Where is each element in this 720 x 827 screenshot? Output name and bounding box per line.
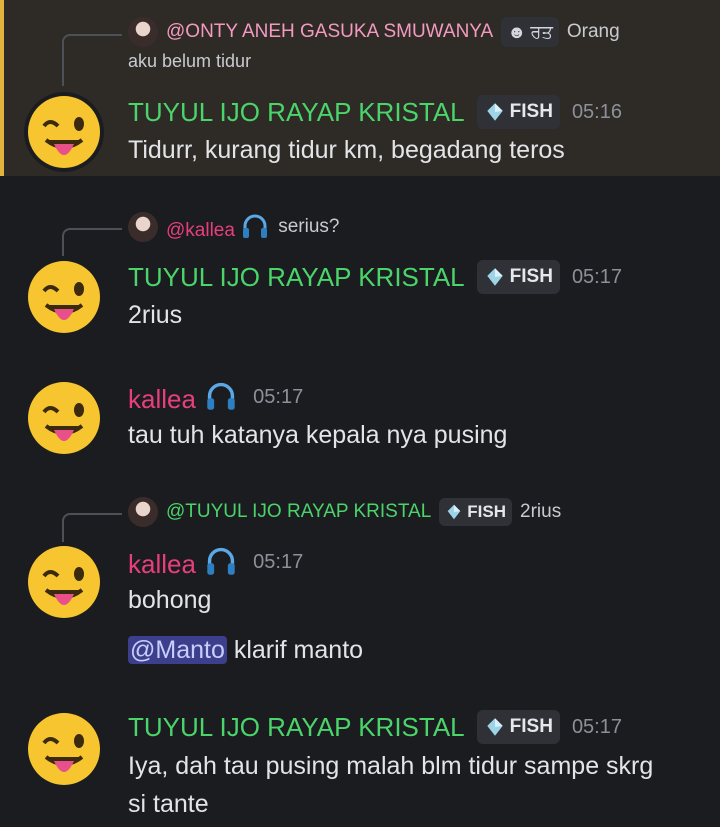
user-mention[interactable]: @Manto (128, 636, 227, 664)
reply-author: @ONTY ANEH GASUKA SMUWANYA (166, 21, 494, 42)
reply-text: serius? (278, 216, 340, 237)
reply-avatar (128, 497, 158, 527)
author-name[interactable]: TUYUL IJO RAYAP KRISTAL (128, 262, 465, 293)
role-tag[interactable]: FISH (476, 95, 560, 129)
author-name[interactable]: kallea (128, 380, 239, 415)
reply-author: @TUYUL IJO RAYAP KRISTAL (166, 501, 432, 522)
message-header: kallea 05:17 (128, 377, 303, 417)
timestamp: 05:17 (253, 385, 304, 408)
author-name[interactable]: TUYUL IJO RAYAP KRISTAL (128, 712, 465, 743)
crystal-icon (486, 103, 503, 121)
avatar[interactable] (24, 709, 104, 789)
message-header: TUYUL IJO RAYAP KRISTAL FISH 05:17 (128, 257, 622, 297)
reply-preview[interactable]: @TUYUL IJO RAYAP KRISTAL FISH 2rius (128, 497, 561, 527)
avatar[interactable] (24, 257, 104, 337)
reply-role-tag: ☻ ਰਤ (501, 17, 559, 47)
author-name[interactable]: kallea (128, 545, 239, 580)
reply-author: @kallea (166, 212, 270, 242)
message-text-2: @Manto klarif manto (128, 636, 364, 664)
message-5[interactable]: TUYUL IJO RAYAP KRISTAL FISH 05:17 Iya, … (0, 705, 720, 827)
winking-face-icon (28, 96, 100, 168)
role-tag[interactable]: FISH (476, 710, 560, 744)
reply-avatar (128, 17, 158, 47)
message-header: TUYUL IJO RAYAP KRISTAL FISH 05:16 (128, 92, 622, 132)
timestamp: 05:16 (571, 100, 622, 123)
winking-face-icon (28, 546, 100, 618)
headphones-icon (243, 214, 268, 238)
message-2[interactable]: @kallea serius? TUYUL IJO RAYAP KRISTAL … (0, 200, 720, 340)
message-text: Tidurr, kurang tidur km, begadang teros (128, 136, 565, 164)
reply-connector (62, 34, 122, 86)
winking-face-icon (28, 382, 100, 454)
headphones-icon (207, 547, 235, 575)
message-header: kallea 05:17 (128, 542, 303, 582)
reply-role-tag: FISH (439, 498, 513, 526)
message-text: bohong (128, 586, 212, 614)
timestamp: 05:17 (571, 265, 622, 288)
crystal-icon (447, 504, 461, 520)
reply-text: 2rius (520, 501, 562, 522)
reply-connector (62, 228, 122, 256)
winking-face-icon (28, 261, 100, 333)
reply-text-continued: aku belum tidur (128, 51, 252, 71)
face-icon: ☻ (507, 21, 527, 42)
reply-text: Orang (566, 21, 620, 42)
crystal-icon (486, 718, 503, 736)
reply-preview[interactable]: @kallea serius? (128, 212, 339, 242)
reply-connector (62, 513, 122, 545)
message-text: 2rius (128, 301, 183, 329)
avatar[interactable] (24, 542, 104, 622)
headphones-icon (207, 382, 235, 410)
timestamp: 05:17 (253, 550, 304, 573)
message-1[interactable]: @ONTY ANEH GASUKA SMUWANYA ☻ ਰਤ Orang ak… (0, 0, 720, 176)
crystal-icon (486, 268, 503, 286)
timestamp: 05:17 (571, 715, 622, 738)
avatar[interactable] (24, 92, 104, 172)
role-tag[interactable]: FISH (476, 260, 560, 294)
author-name[interactable]: TUYUL IJO RAYAP KRISTAL (128, 97, 465, 128)
reply-preview[interactable]: @ONTY ANEH GASUKA SMUWANYA ☻ ਰਤ Orang (128, 17, 620, 47)
message-text: Iya, dah tau pusing malah blm tidur samp… (128, 752, 654, 780)
winking-face-icon (28, 713, 100, 785)
avatar[interactable] (24, 378, 104, 458)
message-text: tau tuh katanya kepala nya pusing (128, 421, 508, 449)
reply-avatar (128, 212, 158, 242)
message-4[interactable]: @TUYUL IJO RAYAP KRISTAL FISH 2rius kall… (0, 495, 720, 680)
message-header: TUYUL IJO RAYAP KRISTAL FISH 05:17 (128, 707, 622, 747)
message-3[interactable]: kallea 05:17 tau tuh katanya kepala nya … (0, 370, 720, 470)
message-text-2: si tante (128, 790, 209, 818)
